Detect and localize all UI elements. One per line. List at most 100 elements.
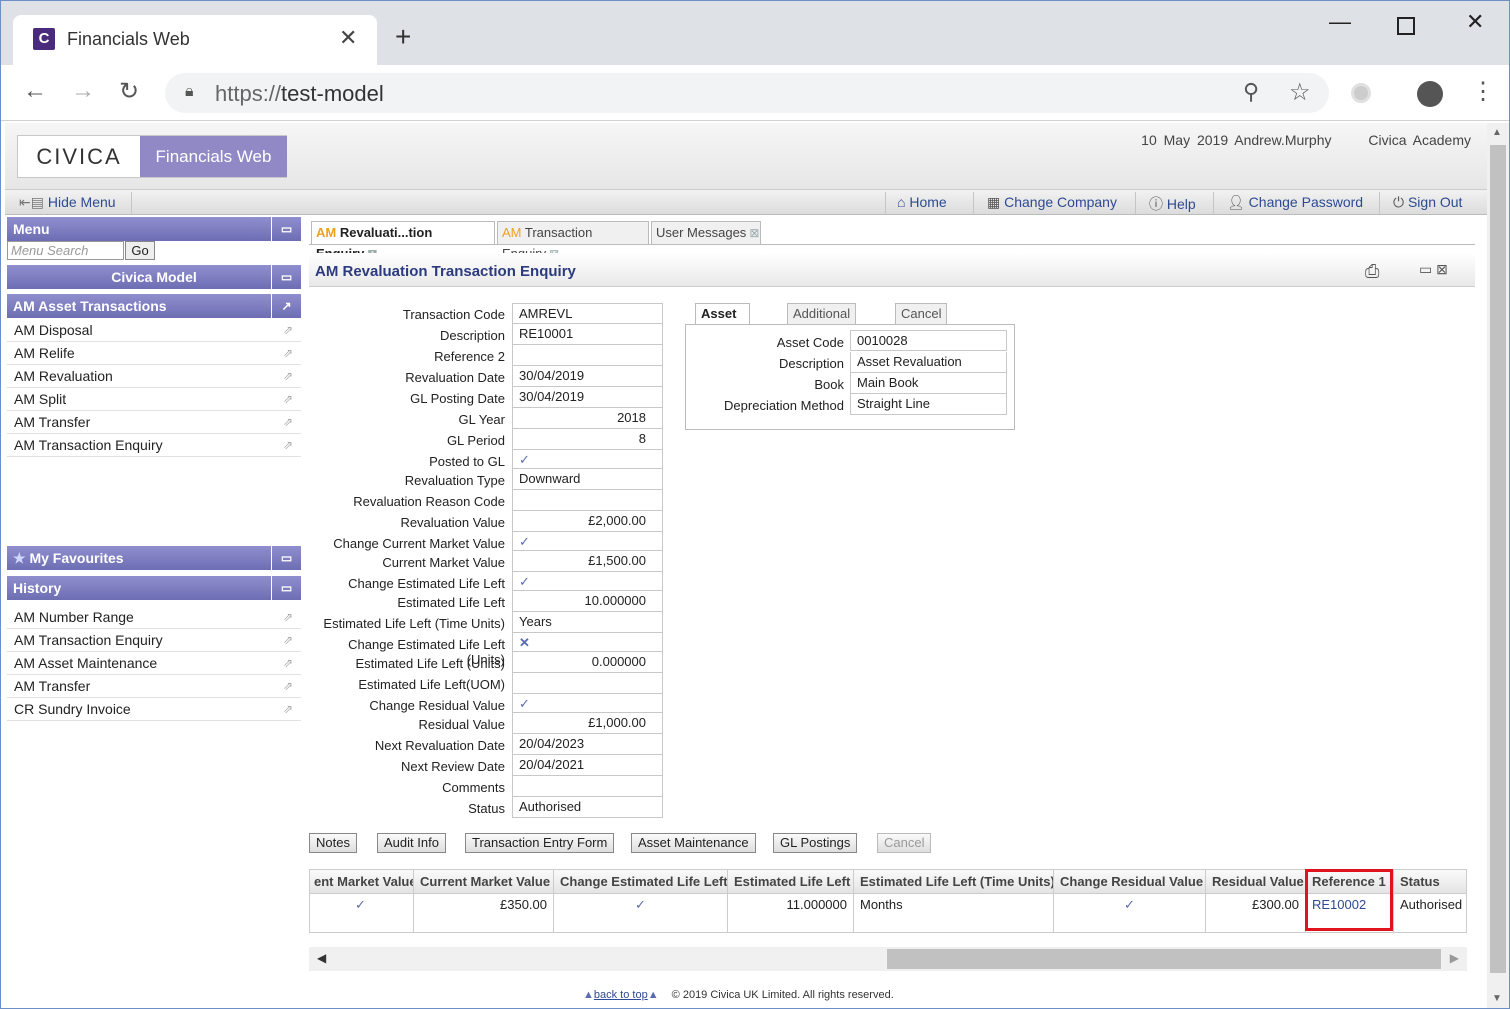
history-item[interactable]: AM Transfer ⇗: [7, 675, 301, 698]
field-value: 8: [512, 429, 663, 450]
scroll-up-icon[interactable]: ▲: [1492, 127, 1502, 138]
external-link-icon[interactable]: ⇗: [283, 698, 293, 720]
field-label: Estimated Life Left (Units): [355, 656, 505, 671]
asset-maintenance-button[interactable]: Asset Maintenance: [631, 833, 756, 853]
close-tab-icon[interactable]: ✕: [339, 25, 357, 51]
history-item[interactable]: AM Number Range ⇗: [7, 606, 301, 629]
field-label: Estimated Life Left (Time Units): [323, 616, 505, 631]
minimize-icon[interactable]: —: [1329, 9, 1351, 35]
tab-asset-details[interactable]: Asset Details: [695, 303, 750, 341]
external-link-icon[interactable]: ⇗: [283, 434, 293, 456]
tab-user-messages[interactable]: User Messages ⊠: [651, 221, 761, 244]
column-header[interactable]: Change Estimated Life Left: [554, 870, 728, 894]
history-header[interactable]: History ▭: [7, 576, 301, 600]
scroll-down-icon[interactable]: ▼: [1492, 993, 1502, 1004]
close-window-icon[interactable]: ✕: [1466, 9, 1484, 35]
logo-product-text: Financials Web: [140, 136, 287, 177]
external-link-icon[interactable]: ⇗: [283, 365, 293, 387]
field-label: Book: [814, 377, 844, 392]
menu-header: Menu ▭: [7, 217, 301, 241]
open-folder-icon[interactable]: ↗: [271, 294, 301, 318]
history-item[interactable]: AM Transaction Enquiry ⇗: [7, 629, 301, 652]
panel-toggle-icon[interactable]: ▭: [271, 217, 301, 241]
column-header[interactable]: Status: [1394, 870, 1466, 894]
reload-icon[interactable]: ↻: [119, 77, 139, 106]
external-link-icon[interactable]: ⇗: [283, 652, 293, 674]
notes-button[interactable]: Notes: [309, 833, 357, 853]
divider: [1213, 192, 1214, 214]
my-favourites-header[interactable]: ★ My Favourites ▭: [7, 546, 301, 570]
menu-item-am-relife[interactable]: AM Relife ⇗: [7, 342, 301, 365]
column-header[interactable]: Current Market Value: [414, 870, 554, 894]
horizontal-scrollbar[interactable]: ◀ ▶: [309, 947, 1467, 971]
column-header[interactable]: Estimated Life Left (Time Units): [854, 870, 1054, 894]
column-header[interactable]: Change Residual Value: [1054, 870, 1206, 894]
up-arrow-icon: ▲: [647, 989, 659, 1001]
gl-postings-button[interactable]: GL Postings: [773, 833, 858, 853]
help-link[interactable]: ⓘ Help: [1149, 194, 1196, 214]
panel-toggle-icon[interactable]: ▭: [271, 576, 301, 600]
tab-revaluation-enquiry[interactable]: AM Revaluati...tion Enquiry⊠: [311, 221, 495, 261]
browser-tab[interactable]: C Financials Web ✕: [13, 15, 377, 65]
external-link-icon[interactable]: ⇗: [283, 319, 293, 341]
external-link-icon[interactable]: ⇗: [283, 388, 293, 410]
change-company-link[interactable]: ▦ Change Company: [987, 194, 1117, 211]
external-link-icon[interactable]: ⇗: [283, 629, 293, 651]
extension-icon[interactable]: [1351, 83, 1371, 103]
table-cell: Authorised: [1394, 894, 1466, 932]
external-link-icon[interactable]: ⇗: [283, 675, 293, 697]
menu-item-am-transfer[interactable]: AM Transfer ⇗: [7, 411, 301, 434]
table-cell: ✓: [554, 894, 728, 932]
history-item[interactable]: CR Sundry Invoice ⇗: [7, 698, 301, 721]
more-menu-icon[interactable]: ⋮: [1471, 77, 1495, 107]
window-close-icon[interactable]: ▭ ⊠: [1419, 261, 1448, 278]
vertical-scrollbar[interactable]: ▲ ▼: [1487, 123, 1509, 1008]
civica-model-header[interactable]: Civica Model ▭: [7, 265, 301, 289]
back-to-top-link[interactable]: back to top: [594, 989, 648, 1001]
scrollbar-thumb[interactable]: [887, 949, 1441, 969]
menu-item-am-transaction-enquiry[interactable]: AM Transaction Enquiry ⇗: [7, 434, 301, 457]
panel-toggle-icon[interactable]: ▭: [271, 546, 301, 570]
external-link-icon[interactable]: ⇗: [283, 606, 293, 628]
tab-additional-details[interactable]: Additional Details: [787, 303, 857, 341]
column-header[interactable]: Estimated Life Left: [728, 870, 854, 894]
maximize-icon[interactable]: [1397, 17, 1415, 35]
zoom-icon[interactable]: ⚲: [1243, 79, 1259, 105]
menu-item-am-disposal[interactable]: AM Disposal ⇗: [7, 319, 301, 342]
field-value: 30/04/2019: [512, 366, 663, 387]
menu-item-am-split[interactable]: AM Split ⇗: [7, 388, 301, 411]
audit-info-button[interactable]: Audit Info: [377, 833, 446, 853]
forward-icon[interactable]: →: [71, 77, 95, 105]
column-header[interactable]: ent Market Value: [310, 870, 414, 894]
column-header[interactable]: Residual Value: [1206, 870, 1306, 894]
sign-out-link[interactable]: ⏻ Sign Out: [1393, 194, 1462, 211]
print-icon[interactable]: ⎙: [1365, 261, 1379, 282]
menu-search-input[interactable]: Menu Search: [7, 241, 124, 260]
home-link[interactable]: ⌂ Home: [897, 194, 947, 210]
tab-transaction-enquiry[interactable]: AM Transaction Enquiry⊠: [497, 221, 649, 261]
address-bar[interactable]: 🔒︎ https://test-model ⚲ ☆: [165, 73, 1329, 113]
field-value: 2018: [512, 408, 663, 429]
history-item[interactable]: AM Asset Maintenance ⇗: [7, 652, 301, 675]
panel-toggle-icon[interactable]: ▭: [271, 265, 301, 289]
external-link-icon[interactable]: ⇗: [283, 342, 293, 364]
new-tab-icon[interactable]: +: [395, 23, 411, 51]
menu-item-am-revaluation[interactable]: AM Revaluation ⇗: [7, 365, 301, 388]
bookmark-star-icon[interactable]: ☆: [1289, 78, 1311, 107]
tab-cancel-details[interactable]: Cancel Details: [895, 303, 948, 341]
scroll-left-icon[interactable]: ◀: [317, 951, 326, 965]
hide-menu-button[interactable]: ⇤▤ Hide Menu: [19, 194, 116, 211]
am-asset-transactions-header[interactable]: AM Asset Transactions ↗: [7, 294, 301, 318]
star-icon: ★: [13, 550, 30, 566]
scroll-right-icon[interactable]: ▶: [1450, 951, 1459, 965]
external-link-icon[interactable]: ⇗: [283, 411, 293, 433]
profile-avatar-icon[interactable]: [1417, 81, 1443, 107]
back-icon[interactable]: ←: [23, 77, 47, 105]
change-password-link[interactable]: 👤︎ Change Password: [1227, 194, 1363, 211]
close-tab-icon[interactable]: ⊠: [749, 226, 759, 240]
scrollbar-thumb[interactable]: [1490, 145, 1506, 973]
go-button[interactable]: Go: [125, 241, 155, 260]
transaction-entry-form-button[interactable]: Transaction Entry Form: [465, 833, 615, 853]
sign-out-icon: ⏻: [1393, 194, 1408, 210]
copyright: © 2019 Civica UK Limited. All rights res…: [671, 989, 894, 1001]
